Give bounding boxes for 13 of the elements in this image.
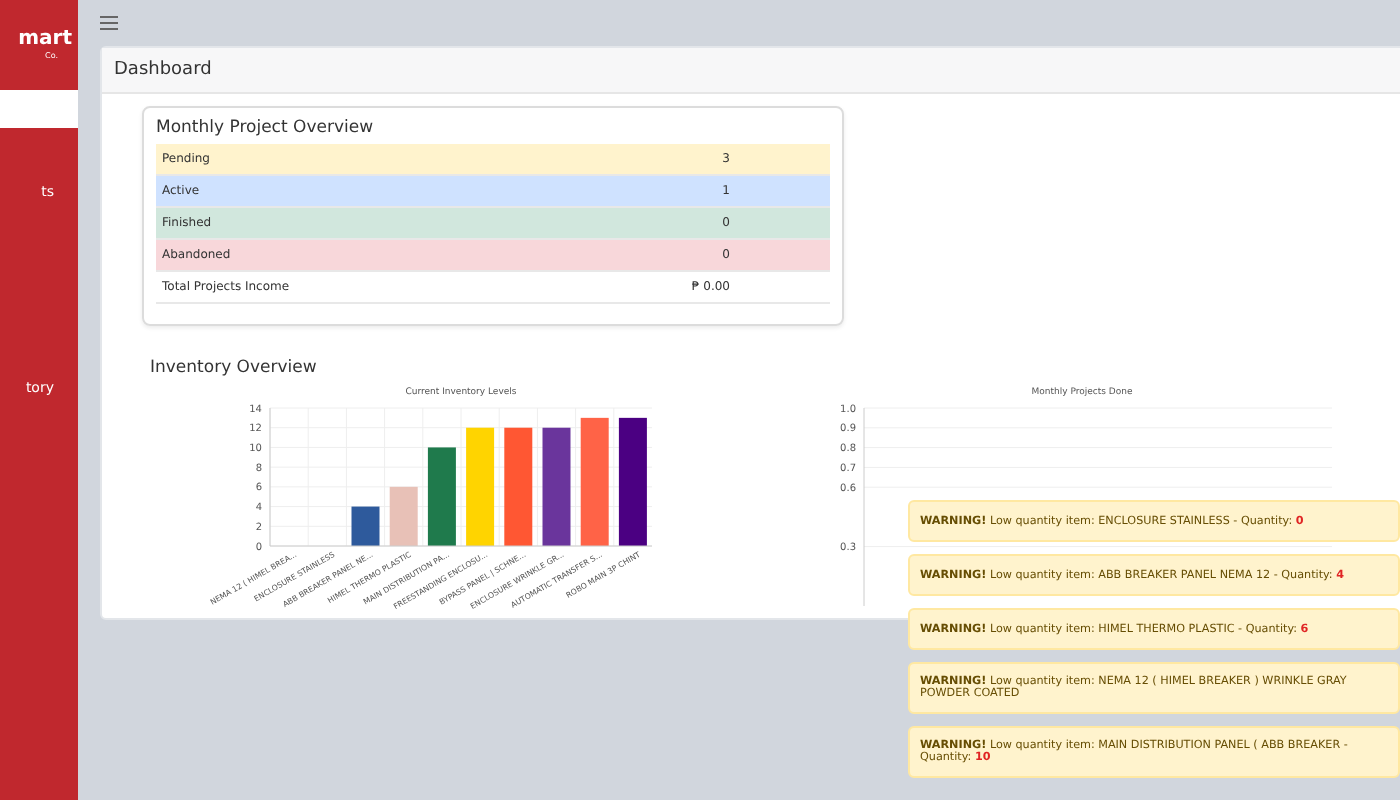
section-title: Inventory Overview xyxy=(150,358,319,378)
overview-title: Monthly Project Overview xyxy=(156,118,376,138)
bar xyxy=(389,486,418,546)
bar xyxy=(542,427,571,546)
bar xyxy=(351,506,380,546)
brand-name: mart xyxy=(18,28,74,50)
page-title: Dashboard xyxy=(102,48,1400,94)
bar xyxy=(618,417,647,546)
bar xyxy=(427,447,456,546)
bar xyxy=(580,417,609,546)
menu-icon[interactable] xyxy=(100,16,118,30)
bar xyxy=(504,427,533,546)
bar xyxy=(466,427,495,546)
